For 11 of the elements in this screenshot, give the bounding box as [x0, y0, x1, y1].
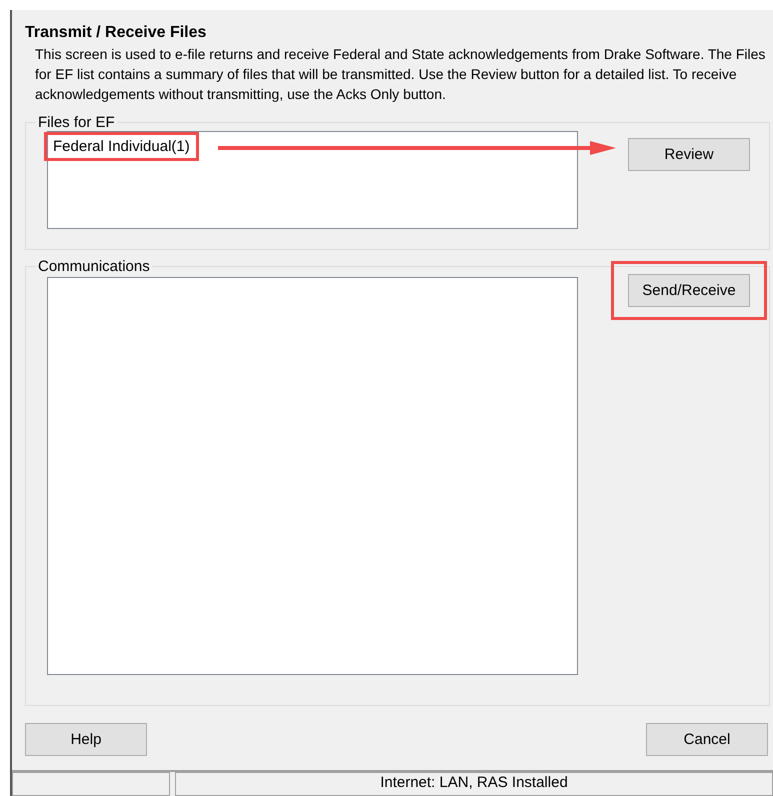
file-list-item[interactable]: Federal Individual(1)	[44, 132, 199, 161]
cancel-button[interactable]: Cancel	[646, 723, 768, 756]
dialog-title: Transmit / Receive Files	[25, 24, 208, 42]
description-text: This screen is used to e-file returns and receive Federal and State acknowledgements from Drake Software. The Files for EF list contains a summary of files that will be transmitted. Use the Review button for a detailed list. To receive acknowledgements without transmitting, use the Acks Only button.	[35, 45, 766, 104]
group-label: Files for EF	[37, 114, 116, 131]
review-button[interactable]: Review	[628, 138, 750, 171]
send-receive-button[interactable]: Send/Receive	[628, 274, 750, 307]
files-list[interactable]: Federal Individual(1)	[47, 131, 578, 229]
group-label: Communications	[37, 258, 151, 275]
help-button[interactable]: Help	[25, 723, 147, 756]
status-text: Internet: LAN, RAS Installed	[175, 772, 773, 796]
